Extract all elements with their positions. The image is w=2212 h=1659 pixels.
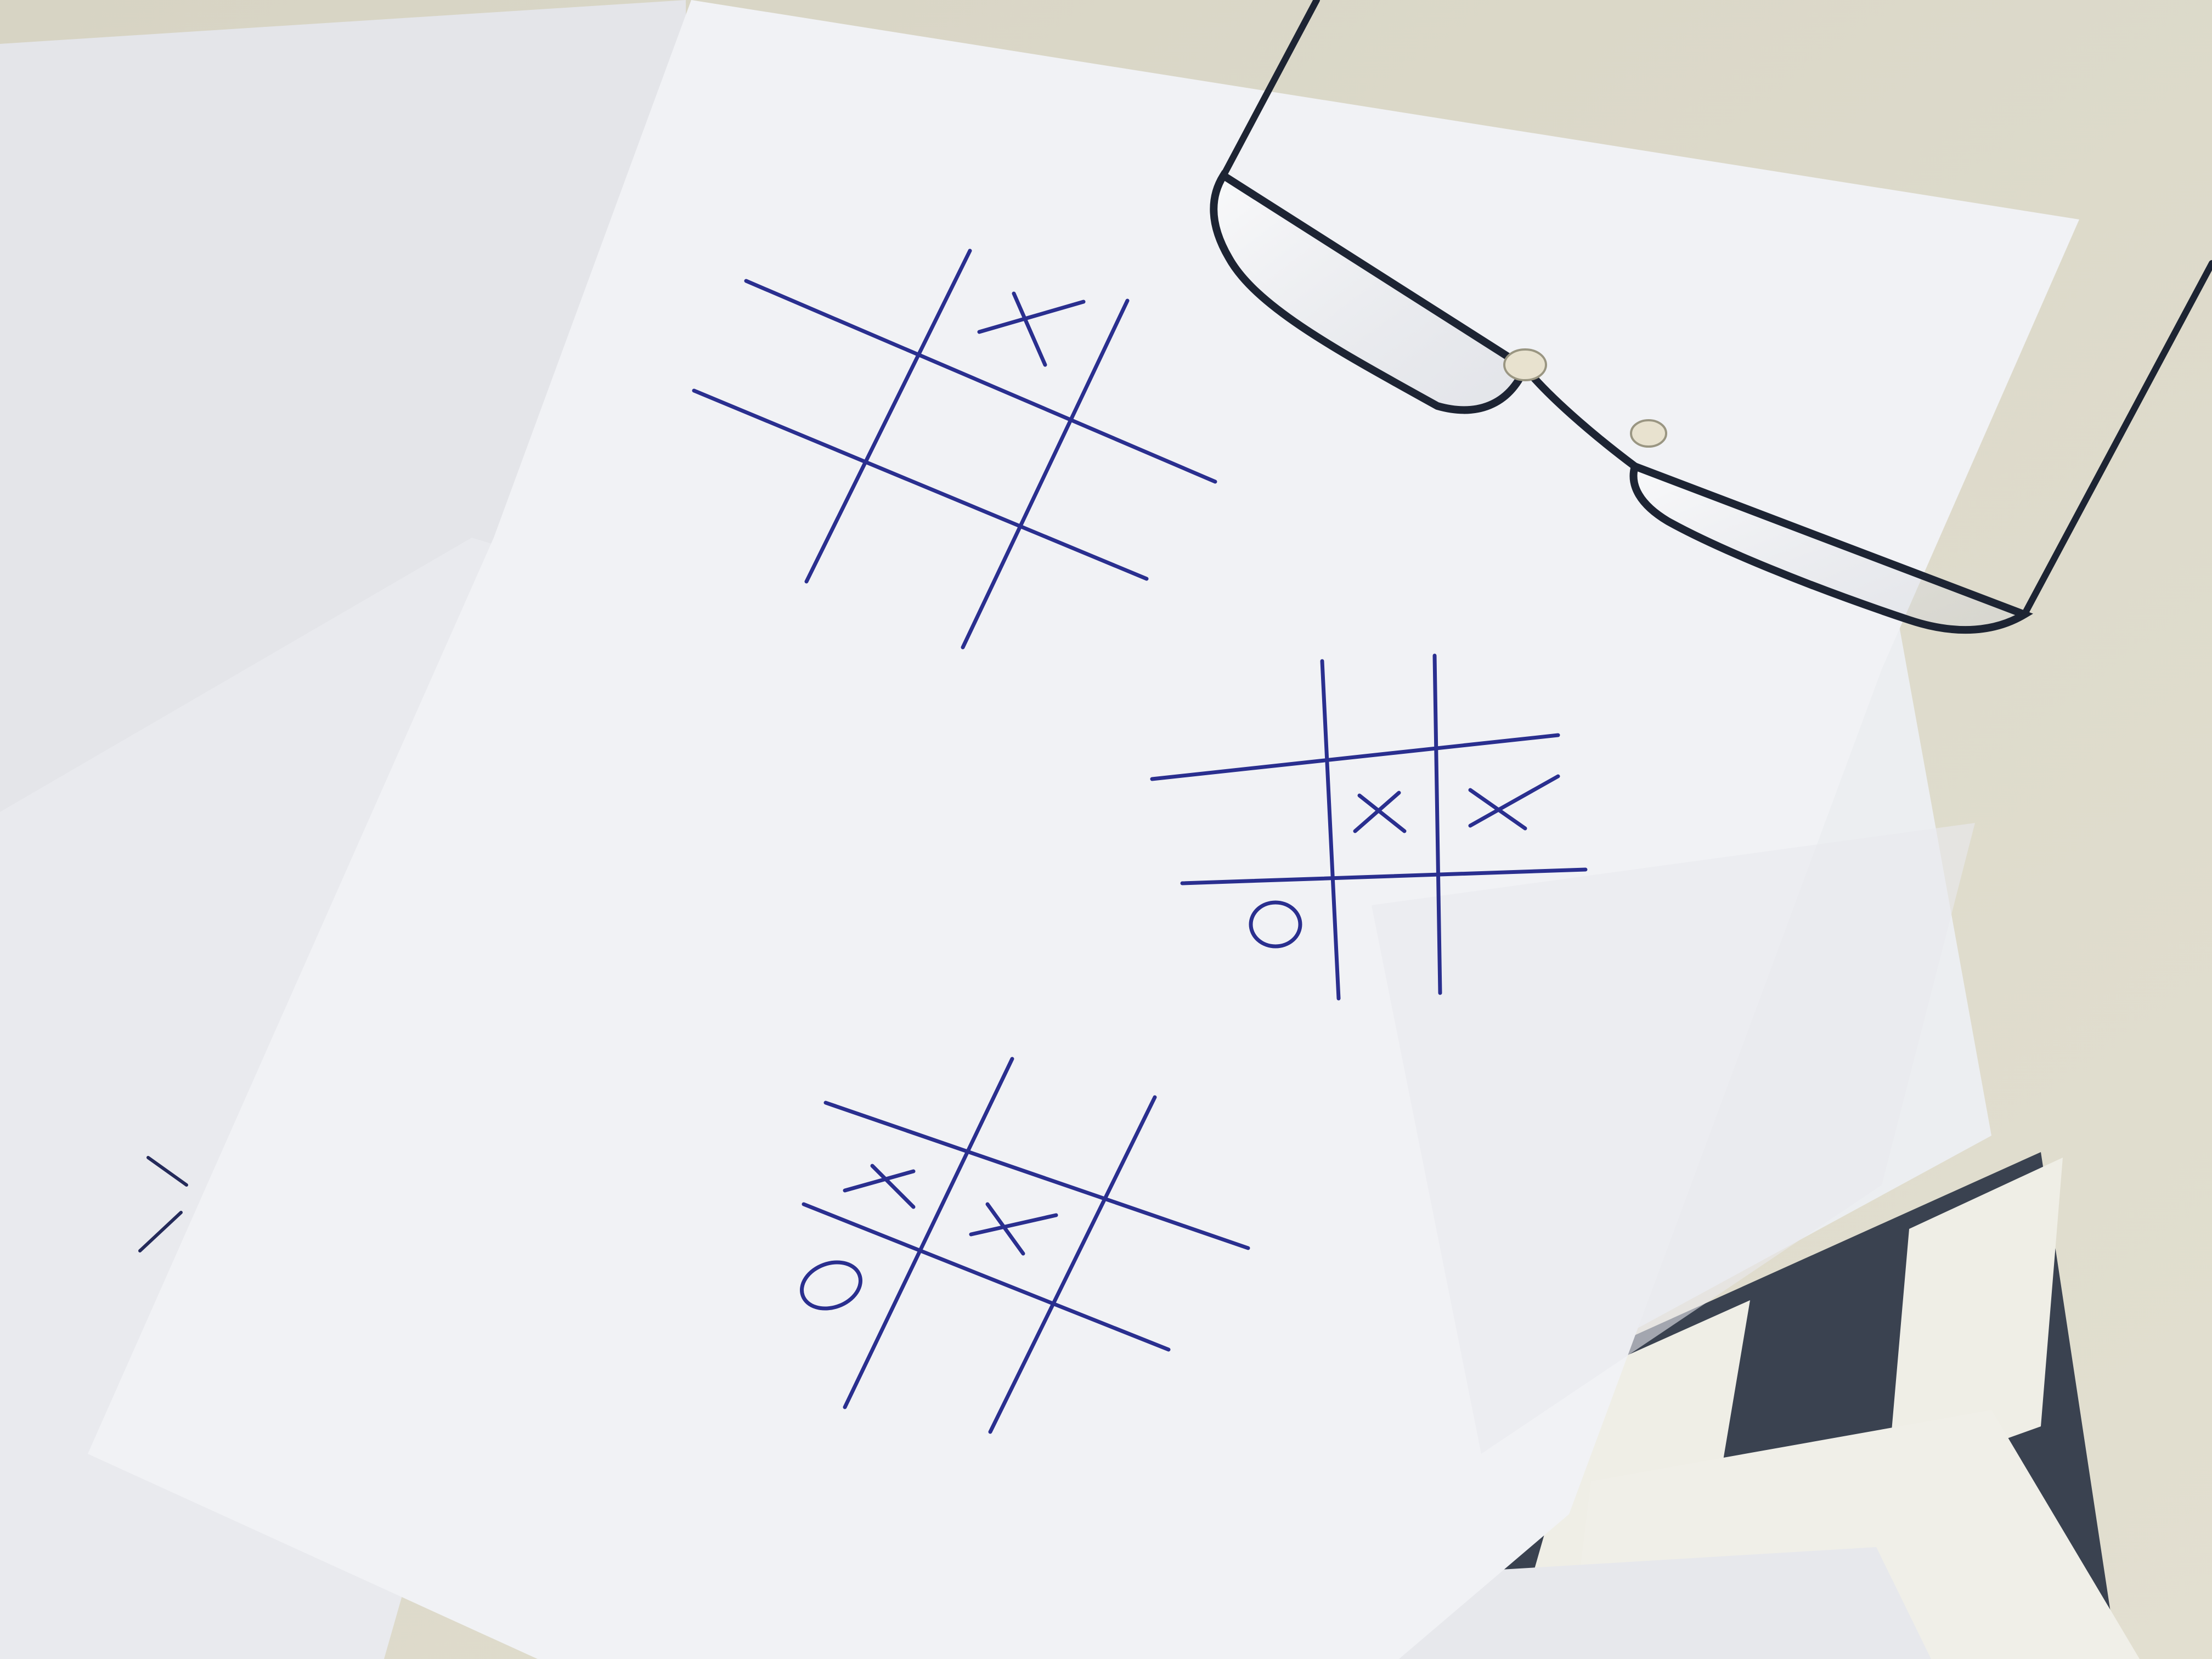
photo-scene xyxy=(0,0,2212,1659)
glasses-nose-pad-right xyxy=(1630,419,1667,448)
glasses-nose-pad-left xyxy=(1503,348,1547,381)
scene-svg xyxy=(0,0,2212,1659)
